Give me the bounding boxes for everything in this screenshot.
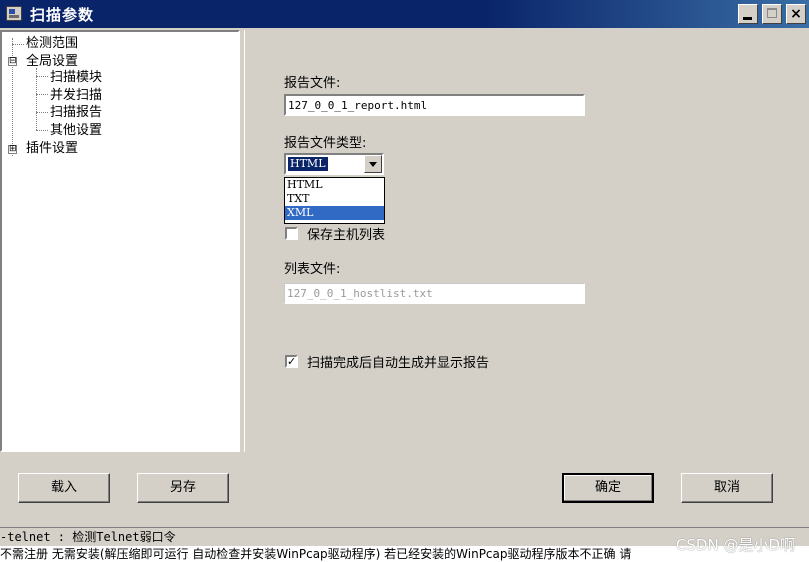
watermark: CSDN @是小D啊 — [675, 536, 795, 554]
report-type-option-xml[interactable]: XML — [285, 206, 384, 220]
auto-report-checkbox[interactable]: ✓ — [285, 355, 298, 368]
tree-item-scan-modules[interactable]: 扫描模块 — [50, 70, 102, 85]
ok-button[interactable]: 确定 — [562, 473, 654, 503]
report-type-option-txt[interactable]: TXT — [285, 192, 384, 206]
close-button[interactable]: × — [786, 4, 806, 24]
list-file-input: 127_0_0_1_hostlist.txt — [284, 283, 585, 304]
report-type-option-html[interactable]: HTML — [285, 178, 384, 192]
tree-connector — [36, 94, 48, 95]
report-type-selected: HTML — [288, 157, 328, 171]
tree-item-plugin-settings[interactable]: 插件设置 — [26, 141, 78, 156]
tree-item-global-settings[interactable]: 全局设置 — [26, 54, 78, 69]
maximize-icon — [767, 8, 777, 18]
minimize-button[interactable] — [738, 4, 758, 24]
title-bar[interactable]: 扫描参数 × — [0, 0, 809, 28]
expand-icon[interactable]: ⊞ — [8, 145, 17, 154]
minimize-icon — [743, 17, 752, 20]
cancel-button[interactable]: 取消 — [681, 473, 773, 503]
list-file-label: 列表文件: — [284, 262, 341, 277]
report-type-select[interactable]: HTML — [284, 153, 384, 175]
load-button[interactable]: 载入 — [18, 473, 110, 503]
tree-item-scan-range[interactable]: 检测范围 — [26, 36, 78, 51]
report-file-input[interactable]: 127_0_0_1_report.html — [284, 94, 585, 116]
report-type-label: 报告文件类型: — [284, 136, 367, 151]
tree-connector — [36, 130, 48, 131]
tree-item-scan-report[interactable]: 扫描报告 — [50, 105, 102, 120]
report-settings-panel: 报告文件: 127_0_0_1_report.html 报告文件类型: HTML… — [244, 30, 807, 452]
save-hosts-checkbox[interactable] — [285, 227, 298, 240]
tree-connector — [36, 68, 37, 130]
tree-connector — [12, 44, 24, 45]
tree-connector — [36, 76, 48, 77]
tree-item-concurrent-scan[interactable]: 并发扫描 — [50, 88, 102, 103]
tree-item-other-settings[interactable]: 其他设置 — [50, 123, 102, 138]
collapse-icon[interactable]: ⊟ — [8, 57, 17, 66]
settings-tree[interactable]: 检测范围 ⊟ 全局设置 扫描模块 并发扫描 扫描报告 其他设置 ⊞ 插件设置 — [0, 30, 240, 452]
save-as-button[interactable]: 另存 — [137, 473, 229, 503]
report-type-dropdown[interactable]: HTML TXT XML — [284, 177, 385, 224]
save-hosts-label: 保存主机列表 — [307, 228, 386, 243]
chevron-down-icon[interactable] — [364, 155, 382, 173]
app-icon — [6, 6, 22, 21]
window-title: 扫描参数 — [30, 6, 95, 24]
maximize-button[interactable] — [762, 4, 782, 24]
auto-report-label: 扫描完成后自动生成并显示报告 — [307, 356, 490, 371]
report-file-label: 报告文件: — [284, 76, 341, 91]
tree-connector — [36, 112, 48, 113]
